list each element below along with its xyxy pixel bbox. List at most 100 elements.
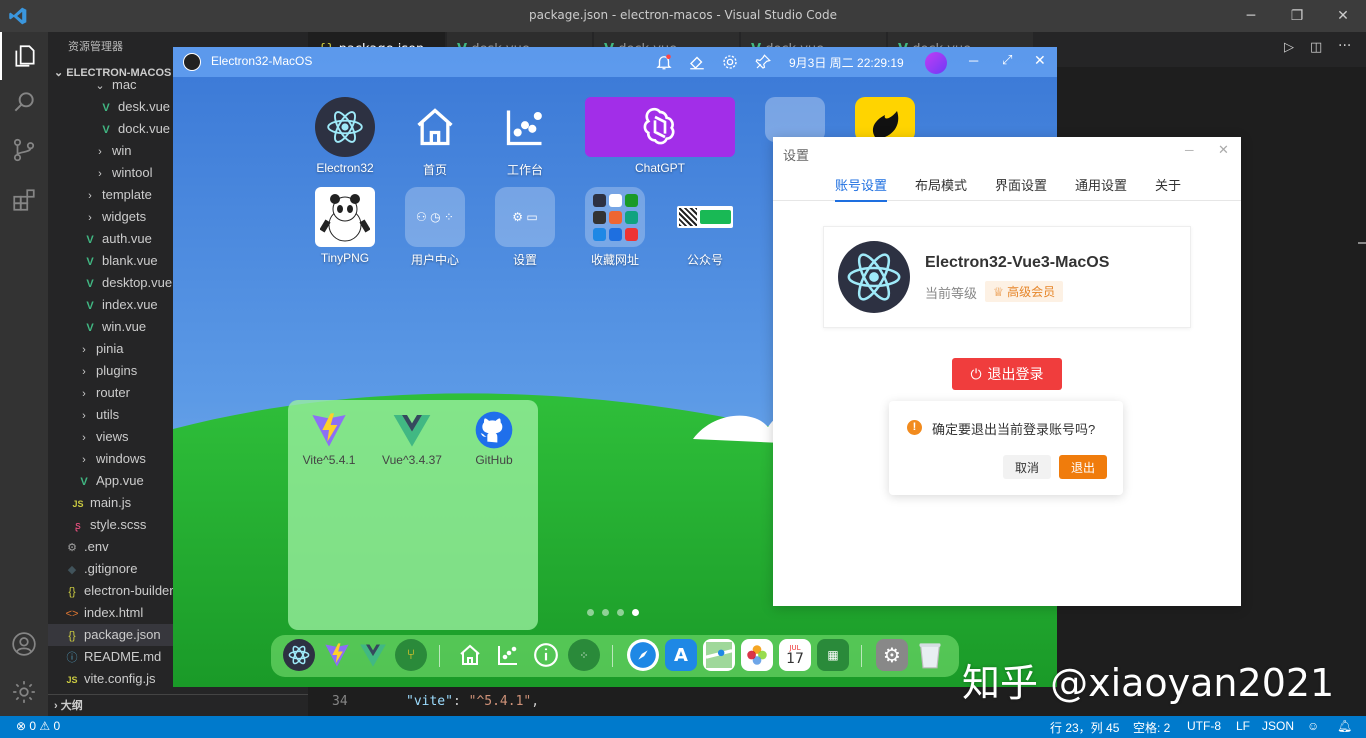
vue-item[interactable]: Vue^3.4.37 [376, 410, 448, 467]
dock-safari-icon[interactable] [627, 639, 659, 671]
logout-button[interactable]: ⏻ 退出登录 [952, 358, 1062, 390]
account-icon[interactable] [0, 620, 48, 668]
explorer-icon[interactable] [0, 32, 48, 80]
tree-item-label: .gitignore [84, 561, 138, 576]
vip-badge: ♕ 高级会员 [985, 281, 1064, 302]
page-dot[interactable] [617, 609, 624, 616]
scrollbar-thumb[interactable] [1358, 242, 1366, 244]
app-title: Electron32-MacOS [211, 54, 313, 68]
tab-account[interactable]: 账号设置 [835, 175, 888, 202]
vite-item[interactable]: Vite^5.4.1 [293, 410, 365, 467]
app-maximize-button[interactable]: ⤢ [1002, 52, 1012, 68]
dock-vue-icon[interactable] [357, 639, 389, 671]
split-editor-icon[interactable]: ◫ [1310, 40, 1322, 55]
search-icon[interactable] [0, 78, 48, 126]
notifications-icon[interactable]: 🔔︎ [1337, 719, 1352, 733]
qrcode-icon [675, 187, 735, 247]
more-actions-icon[interactable]: ··· [1338, 38, 1351, 54]
dock-vite-icon[interactable] [321, 639, 353, 671]
folder-icon: › [82, 410, 86, 422]
desk-icon-wechat-official[interactable]: 公众号 [660, 187, 750, 268]
tab-general[interactable]: 通用设置 [1075, 175, 1127, 194]
app-minimize-button[interactable]: ─ [969, 53, 978, 68]
dock-settings-icon[interactable]: ⚙ [876, 639, 908, 671]
tech-stack-widget[interactable]: Vite^5.4.1 Vue^3.4.37 GitHub [288, 400, 538, 630]
desk-icon-user-center[interactable]: ⚇ ◷ ⁘ 用户中心 [390, 187, 480, 268]
tree-item-label: plugins [96, 363, 138, 378]
user-avatar[interactable] [925, 52, 947, 74]
dock-appstore-icon[interactable]: A [665, 639, 697, 671]
dock-info-icon[interactable] [530, 639, 562, 671]
problems-status[interactable]: ⊗ 0 ⚠ 0 [16, 719, 60, 733]
page-dot[interactable] [587, 609, 594, 616]
bookmarks-folder-icon [585, 187, 645, 247]
cursor-position[interactable]: 行 23，列 45 [1050, 719, 1119, 736]
tab-layout[interactable]: 布局模式 [915, 175, 967, 194]
desk-icon-workbench[interactable]: 工作台 [480, 97, 570, 178]
desk-app-tile[interactable] [855, 97, 915, 142]
desk-icon-tinypng[interactable]: TinyPNG [300, 187, 390, 265]
outline-section[interactable]: › 大纲 [48, 694, 308, 716]
pin-icon[interactable] [754, 53, 772, 71]
folder-icon: › [88, 190, 92, 202]
desk-icon-electron32[interactable]: Electron32 [300, 97, 390, 175]
app-close-button[interactable]: ✕ [1034, 52, 1046, 69]
electron-icon [315, 97, 375, 157]
settings-minimize-button[interactable]: ─ [1185, 143, 1194, 157]
manage-gear-icon[interactable] [0, 668, 48, 716]
minimize-button[interactable]: ─ [1228, 0, 1274, 32]
desk-folder-apps[interactable] [765, 97, 825, 142]
settings-gear-icon[interactable] [721, 53, 739, 71]
clock: 9月3日 周二 22:29:19 [789, 56, 904, 70]
feedback-icon[interactable]: ☺ [1307, 719, 1319, 733]
dock-widget-icon[interactable]: ⁘ [568, 639, 600, 671]
json-icon: {} [68, 630, 76, 642]
confirm-logout-button[interactable]: 退出 [1059, 455, 1107, 479]
settings-close-button[interactable]: ✕ [1218, 142, 1229, 158]
bell-icon[interactable] [655, 53, 673, 71]
tree-item-label: widgets [102, 209, 147, 224]
dock-maps-icon[interactable] [703, 639, 735, 671]
encoding-status[interactable]: UTF-8 [1187, 719, 1221, 733]
run-icon[interactable]: ▷ [1284, 40, 1294, 55]
source-control-icon[interactable] [0, 126, 48, 174]
indent-status[interactable]: 空格: 2 [1133, 719, 1170, 736]
tree-item-label: blank.vue [102, 253, 158, 268]
cancel-button[interactable]: 取消 [1003, 455, 1051, 479]
desk-icon-home[interactable]: 首页 [390, 97, 480, 178]
restore-button[interactable]: ❐ [1274, 0, 1320, 32]
tree-item-label: desk.vue [118, 99, 171, 114]
skin-icon[interactable] [688, 53, 706, 71]
vue-icon: V [102, 102, 110, 114]
account-avatar [838, 241, 910, 313]
dock-calendar-icon[interactable]: JUL 17 [779, 639, 811, 671]
desk-icon-chatgpt[interactable]: ChatGPT [585, 97, 735, 175]
vue-icon: V [86, 322, 94, 334]
language-status[interactable]: JSON [1262, 719, 1294, 733]
dock-electron-icon[interactable] [283, 639, 315, 671]
settings-tabs: 账号设置 布局模式 界面设置 通用设置 关于 [773, 167, 1241, 202]
watermark: 知乎 @xiaoyan2021 [962, 661, 1335, 705]
tab-interface[interactable]: 界面设置 [995, 175, 1047, 194]
tab-about[interactable]: 关于 [1155, 175, 1181, 194]
dock-trash-icon[interactable] [914, 639, 946, 671]
page-dot-active[interactable] [632, 609, 639, 616]
settings-folder-icon: ⚙ ▭ [495, 187, 555, 247]
eol-status[interactable]: LF [1236, 719, 1250, 733]
dock-home-icon[interactable] [454, 639, 486, 671]
github-item[interactable]: GitHub [458, 410, 530, 467]
extensions-icon[interactable] [0, 176, 48, 224]
dock-photos-icon[interactable] [741, 639, 773, 671]
tree-item-label: views [96, 429, 129, 444]
chart-icon [495, 97, 555, 157]
tree-item-label: template [102, 187, 152, 202]
dock-git-icon[interactable]: ⑂ [395, 639, 427, 671]
desk-icon-bookmarks[interactable]: 收藏网址 [570, 187, 660, 268]
page-dot[interactable] [602, 609, 609, 616]
folder-icon: › [82, 366, 86, 378]
close-button[interactable]: ✕ [1320, 0, 1366, 32]
dock-chart-icon[interactable] [492, 639, 524, 671]
desk-icon-settings[interactable]: ⚙ ▭ 设置 [480, 187, 570, 268]
dock-apps-grid-icon[interactable]: ▦ [817, 639, 849, 671]
dock-separator [612, 645, 613, 667]
